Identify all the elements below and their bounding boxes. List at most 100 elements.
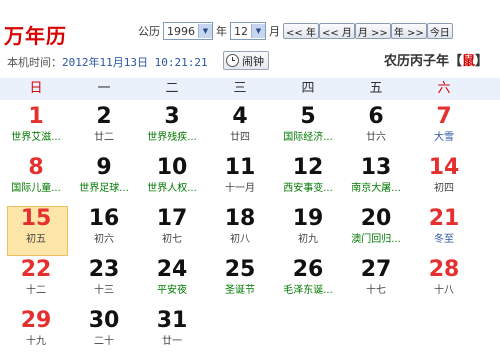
- day-number: 19: [292, 206, 324, 231]
- day-lunar-label: 初五: [26, 234, 46, 245]
- day-number: 14: [428, 155, 460, 180]
- day-cell[interactable]: 12 西安事变...: [274, 154, 342, 205]
- clock-icon: [226, 54, 239, 67]
- day-number: 27: [360, 257, 392, 282]
- chevron-down-icon: ▼: [198, 24, 212, 38]
- zodiac-animal: 鼠: [461, 54, 475, 69]
- day-number: 17: [156, 206, 188, 231]
- day-number: 13: [360, 155, 392, 180]
- day-cell[interactable]: 8 国际儿童...: [2, 154, 70, 205]
- day-number: 10: [156, 155, 188, 180]
- day-cell[interactable]: 16 初六: [70, 205, 138, 256]
- month-select-value: 12: [234, 24, 248, 38]
- day-lunar-label: 十一月: [225, 183, 255, 194]
- era-label: 公历: [138, 25, 160, 38]
- day-cell[interactable]: 13 南京大屠...: [342, 154, 410, 205]
- lunar-year-suffix: 】: [474, 54, 488, 69]
- day-cell[interactable]: 18 初八: [206, 205, 274, 256]
- year-select[interactable]: 1996 ▼: [163, 22, 213, 40]
- day-cell[interactable]: 20 澳门回归...: [342, 205, 410, 256]
- weekday-saturday: 六: [437, 81, 451, 96]
- day-lunar-label: 廿二: [94, 132, 114, 143]
- day-number: 26: [292, 257, 324, 282]
- weekday-friday: 五: [369, 81, 383, 96]
- weekday-wednesday: 三: [233, 81, 247, 96]
- day-lunar-label: 廿六: [366, 132, 386, 143]
- next-year-button[interactable]: 年 >>: [390, 23, 427, 39]
- today-button[interactable]: 今日: [426, 23, 453, 39]
- weekday-tuesday: 二: [165, 81, 179, 96]
- day-lunar-label: 初四: [434, 183, 454, 194]
- day-lunar-label: 初九: [298, 234, 318, 245]
- year-unit-label: 年: [216, 25, 227, 38]
- day-lunar-label: 世界残疾...: [147, 132, 197, 143]
- alarm-label: 闹钟: [242, 54, 264, 68]
- day-lunar-label: 二十: [94, 336, 114, 347]
- day-cell[interactable]: 11 十一月: [206, 154, 274, 205]
- day-number: 1: [28, 104, 44, 129]
- day-lunar-label: 大雪: [434, 132, 454, 143]
- day-number: 25: [224, 257, 256, 282]
- day-cell[interactable]: 30 二十: [70, 307, 138, 358]
- next-month-button[interactable]: 月 >>: [354, 23, 391, 39]
- day-cell[interactable]: 24 平安夜: [138, 256, 206, 307]
- day-cell[interactable]: 3 世界残疾...: [138, 103, 206, 154]
- day-cell[interactable]: 5 国际经济...: [274, 103, 342, 154]
- day-number: 21: [428, 206, 460, 231]
- date-navigation-bar: 公历 1996 ▼ 年 12 ▼ 月 << 年 << 月 月 >> 年 >> 今…: [138, 22, 453, 40]
- day-cell[interactable]: 21 冬至: [410, 205, 478, 256]
- day-cell[interactable]: 9 世界足球...: [70, 154, 138, 205]
- day-lunar-label: 南京大屠...: [351, 183, 401, 194]
- day-cell[interactable]: 19 初九: [274, 205, 342, 256]
- day-lunar-label: 世界足球...: [79, 183, 129, 194]
- prev-month-button[interactable]: << 月: [318, 23, 355, 39]
- day-cell[interactable]: 31 廿一: [138, 307, 206, 358]
- day-number: 3: [164, 104, 180, 129]
- day-cell[interactable]: 10 世界人权...: [138, 154, 206, 205]
- day-cell[interactable]: 17 初七: [138, 205, 206, 256]
- day-number: 12: [292, 155, 324, 180]
- day-lunar-label: 廿一: [162, 336, 182, 347]
- day-lunar-label: 国际儿童...: [11, 183, 61, 194]
- lunar-year-prefix: 农历丙子年【: [383, 54, 462, 69]
- day-cell-today[interactable]: 15 初五: [2, 205, 70, 256]
- month-unit-label: 月: [269, 25, 280, 38]
- day-number: 22: [20, 257, 52, 282]
- day-lunar-label: 十三: [94, 285, 114, 296]
- month-select[interactable]: 12 ▼: [230, 22, 266, 40]
- day-cell[interactable]: 14 初四: [410, 154, 478, 205]
- day-number: 15: [20, 206, 52, 231]
- day-lunar-label: 澳门回归...: [351, 234, 401, 245]
- prev-year-button[interactable]: << 年: [283, 23, 319, 39]
- day-cell[interactable]: 6 廿六: [342, 103, 410, 154]
- day-lunar-label: 十七: [366, 285, 386, 296]
- day-cell[interactable]: 29 十九: [2, 307, 70, 358]
- day-cell[interactable]: 1 世界艾滋...: [2, 103, 70, 154]
- weekday-header: 日 一 二 三 四 五 六: [0, 78, 500, 100]
- day-cell[interactable]: 22 十二: [2, 256, 70, 307]
- day-number: 30: [88, 308, 120, 333]
- day-number: 20: [360, 206, 392, 231]
- day-cell[interactable]: 26 毛泽东诞...: [274, 256, 342, 307]
- day-lunar-label: 廿四: [230, 132, 250, 143]
- day-lunar-label: 十九: [26, 336, 46, 347]
- day-cell[interactable]: 25 圣诞节: [206, 256, 274, 307]
- day-cell[interactable]: 28 十八: [410, 256, 478, 307]
- day-cell[interactable]: 27 十七: [342, 256, 410, 307]
- day-cell[interactable]: 4 廿四: [206, 103, 274, 154]
- day-cell[interactable]: 2 廿二: [70, 103, 138, 154]
- day-number: 4: [232, 104, 248, 129]
- day-number: 18: [224, 206, 256, 231]
- day-number: 24: [156, 257, 188, 282]
- chevron-down-icon: ▼: [251, 24, 265, 38]
- day-lunar-label: 十二: [26, 285, 46, 296]
- day-cell[interactable]: 7 大雪: [410, 103, 478, 154]
- day-lunar-label: 国际经济...: [283, 132, 333, 143]
- alarm-button[interactable]: 闹钟: [223, 51, 269, 70]
- day-lunar-label: 世界艾滋...: [11, 132, 61, 143]
- day-cell[interactable]: 23 十三: [70, 256, 138, 307]
- day-lunar-label: 初六: [94, 234, 114, 245]
- lunar-year-label: 农历丙子年【鼠】: [384, 50, 488, 69]
- weekday-monday: 一: [97, 81, 111, 96]
- weekday-sunday: 日: [29, 81, 43, 96]
